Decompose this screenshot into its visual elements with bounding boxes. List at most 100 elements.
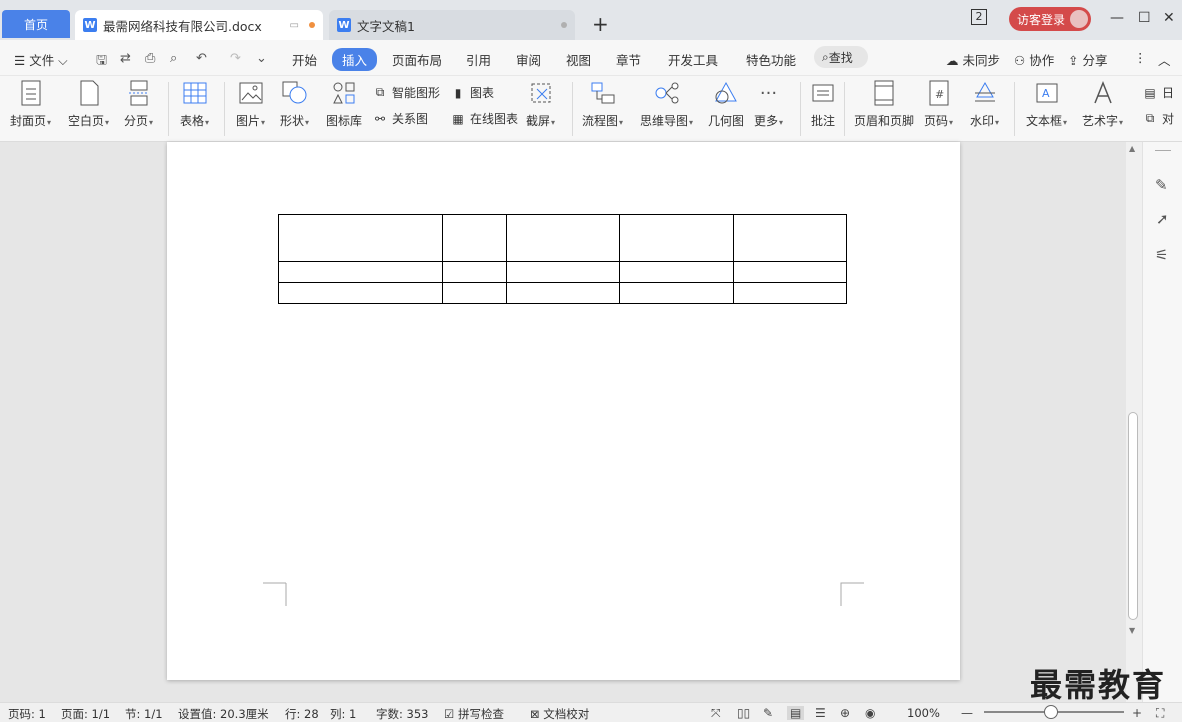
- status-section[interactable]: 节: 1/1: [125, 706, 163, 722]
- collab-button[interactable]: ⚇ 协作: [1014, 50, 1054, 69]
- table-cell[interactable]: [278, 261, 443, 283]
- status-row[interactable]: 行: 28: [285, 706, 319, 722]
- cover-page-button[interactable]: 封面页▾: [10, 80, 51, 129]
- scroll-up-icon[interactable]: ▲: [1129, 144, 1135, 153]
- status-pages[interactable]: 页面: 1/1: [61, 706, 110, 722]
- relation-chart-button[interactable]: ⚯ 关系图: [372, 110, 428, 127]
- page-number-button[interactable]: # 页码▾: [924, 80, 953, 129]
- sync-button[interactable]: ☁ 未同步: [946, 50, 1000, 69]
- share-button[interactable]: ⇪ 分享: [1068, 50, 1107, 69]
- table-cell[interactable]: [442, 261, 507, 283]
- online-chart-button[interactable]: ▦ 在线图表: [450, 110, 518, 127]
- table-cell[interactable]: [506, 282, 620, 304]
- table-cell[interactable]: [506, 214, 620, 262]
- vertical-scrollbar[interactable]: ▲ ▼: [1126, 142, 1142, 702]
- monitor-icon[interactable]: ▭: [290, 20, 299, 31]
- search-box[interactable]: ⌕ 查找: [814, 46, 868, 68]
- header-footer-button[interactable]: 页眉和页脚: [854, 80, 914, 129]
- comment-button[interactable]: 批注: [810, 80, 836, 129]
- proofread-button[interactable]: ⊠ 文档校对: [530, 706, 589, 722]
- status-words[interactable]: 字数: 353: [376, 706, 428, 722]
- new-tab-button[interactable]: +: [592, 12, 609, 36]
- export-icon[interactable]: ⇄: [120, 51, 131, 66]
- fullscreen-icon[interactable]: ⤧: [711, 706, 721, 721]
- settings-sliders-icon[interactable]: ⚟: [1155, 246, 1168, 264]
- status-setting[interactable]: 设置值: 20.3厘米: [178, 706, 269, 722]
- table-cell[interactable]: [278, 282, 443, 304]
- object-button[interactable]: ⧉ 对: [1142, 110, 1174, 127]
- web-view-icon[interactable]: ⊕: [840, 706, 850, 720]
- maximize-icon[interactable]: ☐: [1138, 10, 1151, 26]
- table-cell[interactable]: [619, 214, 734, 262]
- page-break-button[interactable]: 分页▾: [124, 80, 153, 129]
- table-cell[interactable]: [619, 282, 734, 304]
- fit-window-icon[interactable]: ⛶: [1156, 706, 1164, 721]
- tab-features[interactable]: 特色功能: [746, 50, 796, 69]
- table-cell[interactable]: [619, 261, 734, 283]
- undo-icon[interactable]: ↶: [196, 51, 207, 66]
- reading-mode-icon[interactable]: ▯▯: [737, 706, 750, 720]
- table-cell[interactable]: [733, 214, 847, 262]
- redo-icon[interactable]: ↷: [230, 51, 241, 66]
- scroll-down-icon[interactable]: ▼: [1129, 626, 1135, 635]
- outline-view-icon[interactable]: ☰: [815, 706, 826, 720]
- save-icon[interactable]: 🖫: [96, 51, 107, 73]
- tab-view[interactable]: 视图: [566, 50, 591, 69]
- zoom-level[interactable]: 100%: [907, 706, 940, 720]
- table-row[interactable]: [278, 261, 847, 283]
- edit-mode-icon[interactable]: ✎: [763, 706, 773, 720]
- table-cell[interactable]: [442, 282, 507, 304]
- doc-tab-inactive[interactable]: W 文字文稿1: [329, 10, 575, 40]
- tab-developer[interactable]: 开发工具: [668, 50, 718, 69]
- wordart-button[interactable]: 艺术字▾: [1082, 80, 1123, 129]
- date-button[interactable]: ▤ 日: [1142, 84, 1174, 101]
- table-button[interactable]: 表格▾: [180, 80, 209, 129]
- table-cell[interactable]: [733, 261, 847, 283]
- document-table[interactable]: [278, 214, 847, 304]
- textbox-button[interactable]: A 文本框▾: [1026, 80, 1067, 129]
- screenshot-button[interactable]: 截屏▾: [526, 80, 555, 129]
- status-col[interactable]: 列: 1: [330, 706, 356, 722]
- tab-close-dot-icon[interactable]: [561, 22, 567, 28]
- minimize-icon[interactable]: —: [1110, 10, 1124, 26]
- mindmap-button[interactable]: 思维导图▾: [640, 80, 693, 129]
- zoom-slider-knob[interactable]: [1044, 705, 1058, 719]
- more-button[interactable]: ··· 更多▾: [754, 80, 783, 129]
- tab-insert[interactable]: 插入: [332, 48, 378, 71]
- table-cell[interactable]: [733, 282, 847, 304]
- status-page-no[interactable]: 页码: 1: [8, 706, 46, 722]
- page-view-icon[interactable]: ▤: [787, 706, 805, 720]
- spellcheck-button[interactable]: ☑ 拼写检查: [444, 706, 504, 722]
- zoom-in-icon[interactable]: +: [1132, 706, 1142, 720]
- icon-library-button[interactable]: 图标库: [326, 80, 362, 129]
- picture-button[interactable]: 图片▾: [236, 80, 265, 129]
- table-cell[interactable]: [442, 214, 507, 262]
- print-preview-icon[interactable]: ⌕: [170, 51, 177, 66]
- table-cell[interactable]: [506, 261, 620, 283]
- tab-review[interactable]: 审阅: [516, 50, 541, 69]
- chart-button[interactable]: ▮ 图表: [450, 84, 494, 101]
- collapse-ribbon-icon[interactable]: ︿: [1158, 50, 1171, 69]
- page-count-badge[interactable]: 2: [971, 9, 987, 25]
- table-row[interactable]: [278, 282, 847, 304]
- tab-section[interactable]: 章节: [616, 50, 641, 69]
- customize-icon[interactable]: ⌄: [256, 51, 267, 66]
- watermark-button[interactable]: 水印▾: [970, 80, 999, 129]
- geometry-button[interactable]: 几何图: [708, 80, 744, 129]
- print-icon[interactable]: ⎙: [145, 51, 155, 66]
- file-menu[interactable]: ☰ 文件 ⌵: [14, 50, 68, 69]
- more-icon[interactable]: ⋮: [1134, 50, 1147, 65]
- eye-protection-icon[interactable]: ◉: [865, 706, 875, 720]
- smartart-button[interactable]: ⧉ 智能图形: [372, 84, 440, 101]
- shape-button[interactable]: 形状▾: [280, 80, 309, 129]
- flowchart-button[interactable]: 流程图▾: [582, 80, 623, 129]
- blank-page-button[interactable]: 空白页▾: [68, 80, 109, 129]
- zoom-out-icon[interactable]: —: [961, 706, 973, 720]
- login-button[interactable]: 访客登录: [1009, 7, 1091, 31]
- document-page[interactable]: [167, 142, 960, 680]
- table-cell[interactable]: [278, 214, 443, 262]
- doc-tab-active[interactable]: W 最需网络科技有限公司.docx ▭: [75, 10, 323, 40]
- scrollbar-thumb[interactable]: [1128, 412, 1138, 620]
- table-row[interactable]: [278, 214, 847, 262]
- close-icon[interactable]: ✕: [1163, 10, 1175, 26]
